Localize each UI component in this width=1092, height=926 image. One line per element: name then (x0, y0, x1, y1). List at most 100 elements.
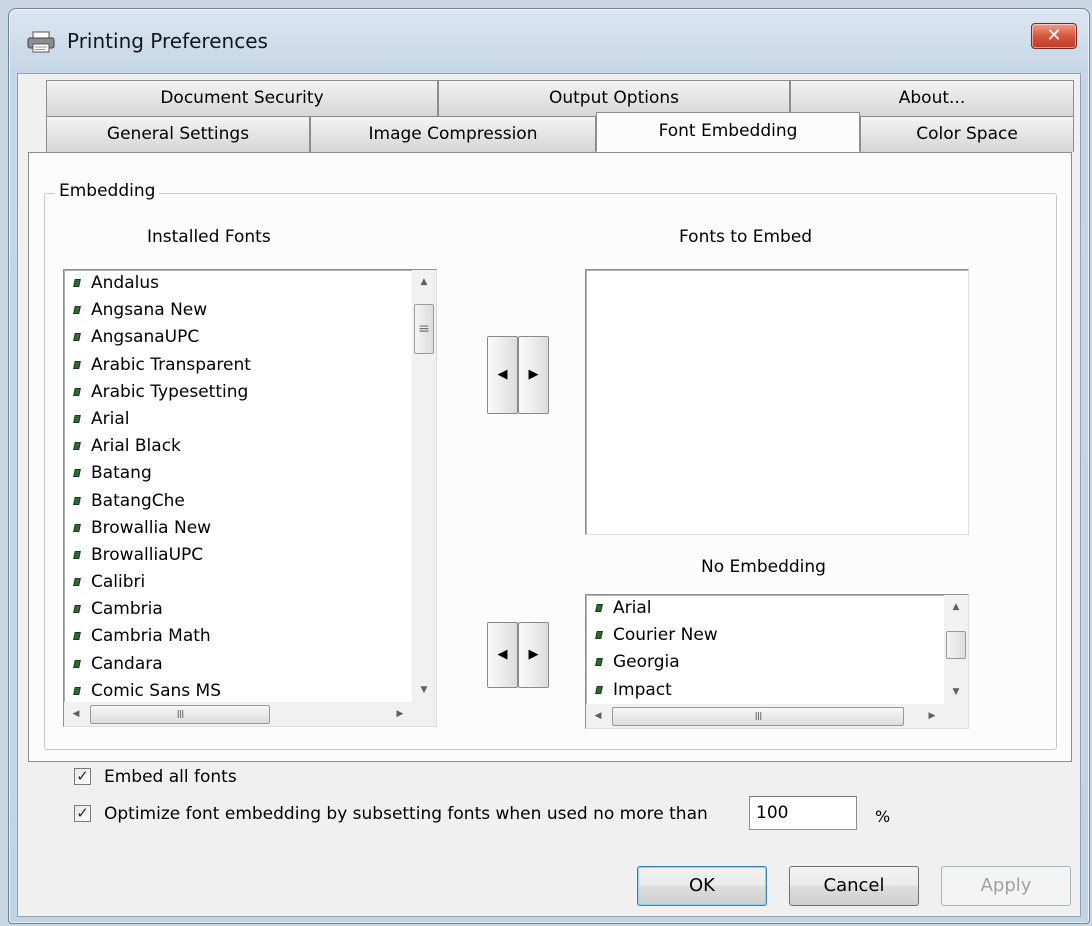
optimize-embedding-label[interactable]: Optimize font embedding by subsetting fo… (104, 803, 708, 825)
list-item[interactable]: Courier New (594, 622, 718, 649)
tab-font-embedding[interactable]: Font Embedding (596, 112, 860, 152)
list-item[interactable]: AngsanaUPC (72, 324, 251, 351)
font-bullet-icon (73, 469, 81, 478)
tab-label: About... (898, 88, 966, 108)
font-bullet-icon (73, 387, 81, 396)
move-left-button[interactable]: ◀ (487, 622, 518, 688)
font-bullet-icon (73, 442, 81, 451)
scroll-right-icon[interactable]: ▶ (920, 704, 944, 728)
font-bullet-icon (73, 279, 81, 287)
no-embed-move-buttons: ◀ ▶ (487, 622, 549, 688)
list-item[interactable]: Arial (72, 406, 251, 433)
tab-label: General Settings (106, 124, 250, 144)
font-bullet-icon (595, 604, 603, 612)
apply-button[interactable]: Apply (941, 866, 1071, 906)
installed-fonts-listbox[interactable]: Andalus Angsana New AngsanaUPC Arabic Tr… (63, 269, 437, 727)
close-button[interactable]: ✕ (1031, 23, 1077, 49)
tab-image-compression[interactable]: Image Compression (310, 116, 596, 152)
subset-threshold-input[interactable] (749, 796, 857, 830)
font-bullet-icon (73, 659, 81, 668)
embed-move-buttons: ◀ ▶ (487, 336, 549, 414)
list-item[interactable]: Batang (72, 460, 251, 487)
font-bullet-icon (73, 333, 81, 342)
fonts-to-embed-listbox[interactable] (585, 269, 969, 535)
list-item[interactable]: Browallia New (72, 515, 251, 542)
ok-button[interactable]: OK (637, 866, 767, 906)
tab-about[interactable]: About... (790, 80, 1074, 116)
installed-fonts-label: Installed Fonts (147, 227, 271, 247)
dialog-client-area: Document Security Output Options About..… (17, 73, 1081, 917)
tab-label: Image Compression (368, 124, 538, 144)
scroll-thumb[interactable] (946, 631, 966, 659)
installed-fonts-hscrollbar[interactable]: ◀ III ▶ (64, 702, 412, 726)
scroll-up-icon[interactable]: ▲ (944, 595, 968, 619)
embed-all-fonts-label[interactable]: Embed all fonts (104, 766, 237, 788)
tab-document-security[interactable]: Document Security (46, 80, 438, 116)
arrow-left-icon: ◀ (497, 367, 508, 382)
font-bullet-icon (73, 414, 81, 423)
font-bullet-icon (73, 550, 81, 559)
scroll-thumb[interactable]: ≡ (414, 304, 434, 354)
hscroll-thumb[interactable]: III (90, 705, 270, 724)
scroll-right-icon[interactable]: ▶ (388, 702, 412, 726)
tab-general-settings[interactable]: General Settings (46, 116, 310, 152)
scroll-down-icon[interactable]: ▼ (412, 678, 436, 702)
list-item[interactable]: Arabic Typesetting (72, 379, 251, 406)
font-bullet-icon (595, 658, 603, 667)
no-embedding-listbox[interactable]: Arial Courier New Georgia Impact ▲ ▼ ◀ I… (585, 594, 969, 729)
font-bullet-icon (73, 578, 81, 587)
embedding-groupbox: Embedding Installed Fonts Fonts to Embed… (44, 181, 1057, 750)
tab-label: Document Security (160, 88, 324, 108)
font-bullet-icon (73, 306, 81, 315)
tab-label: Font Embedding (658, 121, 798, 141)
embed-all-fonts-checkbox[interactable]: ✓ (74, 768, 91, 785)
scroll-left-icon[interactable]: ◀ (586, 704, 610, 728)
scroll-up-icon[interactable]: ▲ (412, 270, 436, 294)
list-item[interactable]: Arial (594, 595, 718, 622)
arrow-right-icon: ▶ (528, 367, 539, 382)
no-embedding-list: Arial Courier New Georgia Impact (594, 595, 718, 704)
embedding-group-title: Embedding (55, 181, 160, 201)
printer-icon (27, 31, 55, 53)
list-item[interactable]: Impact (594, 677, 718, 704)
list-item[interactable]: Georgia (594, 649, 718, 676)
list-item[interactable]: Candara (72, 651, 251, 678)
list-item[interactable]: Cambria (72, 596, 251, 623)
no-embedding-vscrollbar[interactable]: ▲ ▼ (944, 595, 968, 704)
title-bar[interactable]: Printing Preferences ✕ (9, 9, 1089, 73)
installed-fonts-vscrollbar[interactable]: ▲ ≡ ▼ (412, 270, 436, 702)
font-bullet-icon (73, 496, 81, 505)
scroll-left-icon[interactable]: ◀ (64, 702, 88, 726)
scroll-down-icon[interactable]: ▼ (944, 680, 968, 704)
hscroll-thumb[interactable]: III (612, 707, 904, 726)
no-embedding-label: No Embedding (701, 557, 826, 577)
no-embedding-hscrollbar[interactable]: ◀ III ▶ (586, 704, 944, 728)
list-item[interactable]: Arabic Transparent (72, 352, 251, 379)
list-item[interactable]: BrowalliaUPC (72, 542, 251, 569)
list-item[interactable]: Comic Sans MS (72, 678, 251, 705)
font-bullet-icon (73, 686, 81, 695)
move-right-button[interactable]: ▶ (518, 622, 549, 688)
move-left-button[interactable]: ◀ (487, 336, 518, 414)
tab-color-space[interactable]: Color Space (860, 116, 1074, 152)
font-bullet-icon (595, 685, 603, 694)
scroll-corner (944, 704, 968, 728)
list-item[interactable]: Calibri (72, 569, 251, 596)
arrow-left-icon: ◀ (497, 647, 508, 662)
printing-preferences-dialog: Printing Preferences ✕ Document Security… (8, 8, 1090, 924)
scroll-corner (412, 702, 436, 726)
font-bullet-icon (73, 360, 81, 369)
tab-output-options[interactable]: Output Options (438, 80, 790, 116)
list-item[interactable]: Andalus (72, 270, 251, 297)
font-bullet-icon (73, 605, 81, 614)
list-item[interactable]: Angsana New (72, 297, 251, 324)
font-bullet-icon (73, 632, 81, 641)
list-item[interactable]: BatangChe (72, 488, 251, 515)
list-item[interactable]: Arial Black (72, 433, 251, 460)
close-icon: ✕ (1046, 25, 1062, 46)
font-bullet-icon (73, 523, 81, 532)
list-item[interactable]: Cambria Math (72, 623, 251, 650)
optimize-embedding-checkbox[interactable]: ✓ (74, 805, 91, 822)
move-right-button[interactable]: ▶ (518, 336, 549, 414)
cancel-button[interactable]: Cancel (789, 866, 919, 906)
